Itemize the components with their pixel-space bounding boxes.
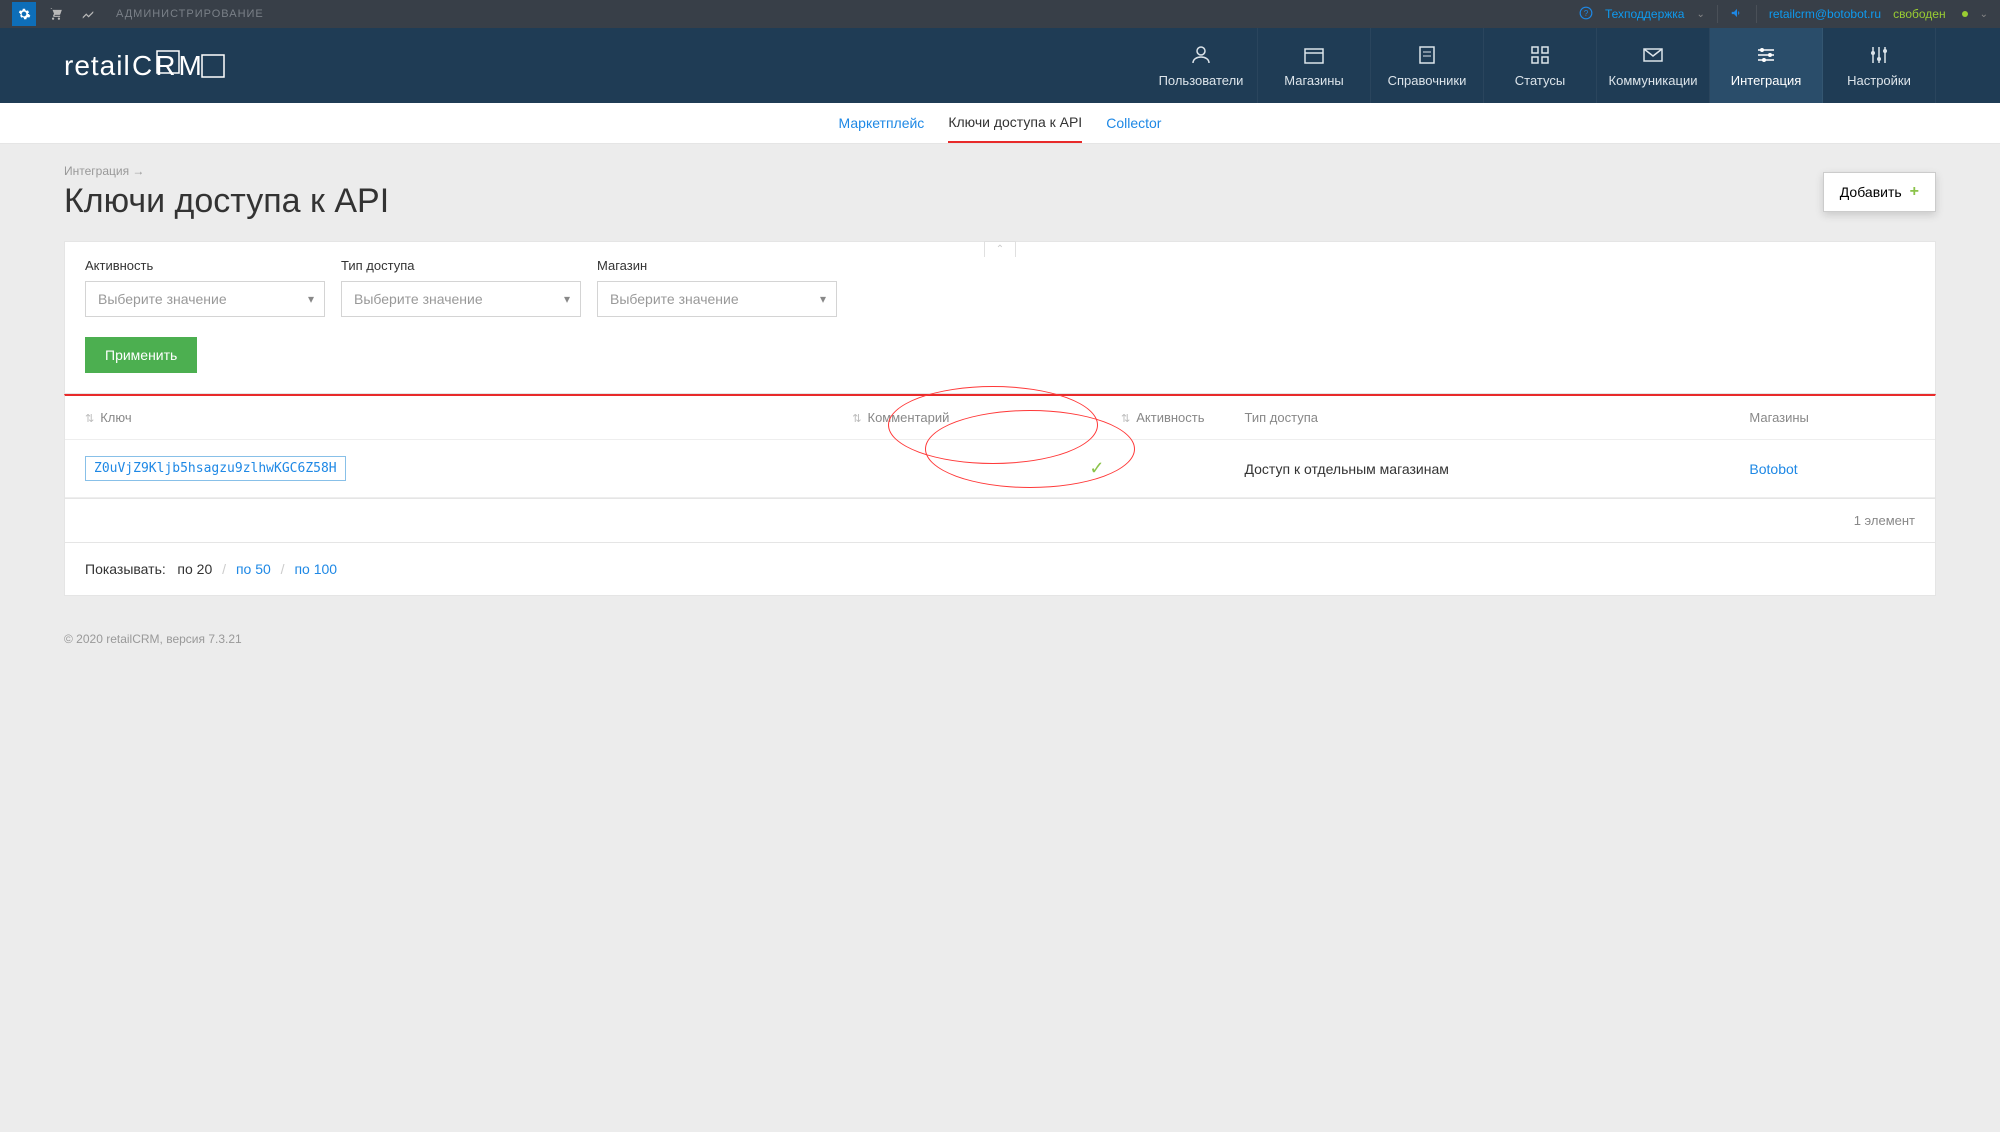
- breadcrumb[interactable]: Интеграция →: [64, 164, 1936, 178]
- add-button-label: Добавить: [1840, 184, 1902, 200]
- pager-opt-20[interactable]: по 20: [177, 561, 212, 577]
- api-key-value[interactable]: Z0uVjZ9Kljb5hsagzu9zlhwKGC6Z58H: [85, 456, 346, 481]
- comment-cell: [686, 440, 969, 498]
- th-stores[interactable]: Магазины: [1729, 396, 1935, 440]
- nav-statuses[interactable]: Статусы: [1484, 28, 1597, 103]
- nav-settings[interactable]: Настройки: [1823, 28, 1936, 103]
- svg-text:?: ?: [1584, 8, 1589, 17]
- collapse-handle[interactable]: ⌃: [984, 241, 1016, 257]
- nav-users-label: Пользователи: [1159, 73, 1244, 88]
- nav-statuses-label: Статусы: [1515, 73, 1565, 88]
- filter-activity-select[interactable]: Выберите значение: [85, 281, 325, 317]
- subnav: Маркетплейс Ключи доступа к API Collecto…: [0, 103, 2000, 144]
- th-comment[interactable]: Комментарий: [686, 396, 969, 440]
- status-dot-icon: [1962, 11, 1968, 17]
- help-icon[interactable]: ?: [1579, 6, 1593, 23]
- svg-text:CRM: CRM: [132, 50, 205, 81]
- tab-marketplace[interactable]: Маркетплейс: [839, 104, 925, 142]
- gear-icon[interactable]: [12, 2, 36, 26]
- table-footer: 1 элемент: [64, 499, 1936, 543]
- api-keys-table: Ключ Комментарий Активность Тип доступа …: [64, 394, 1936, 499]
- nav-integration[interactable]: Интеграция: [1710, 28, 1823, 103]
- plus-icon: +: [1910, 183, 1919, 201]
- support-link[interactable]: Техподдержка: [1605, 7, 1685, 21]
- apply-button[interactable]: Применить: [85, 337, 197, 373]
- nav-settings-label: Настройки: [1847, 73, 1911, 88]
- nav-references[interactable]: Справочники: [1371, 28, 1484, 103]
- filter-access-type-select[interactable]: Выберите значение: [341, 281, 581, 317]
- th-access-type[interactable]: Тип доступа: [1225, 396, 1730, 440]
- analytics-icon[interactable]: [76, 2, 100, 26]
- th-activity[interactable]: Активность: [969, 396, 1224, 440]
- support-chevron-icon[interactable]: ⌄: [1696, 9, 1704, 20]
- nav-references-label: Справочники: [1388, 73, 1467, 88]
- megaphone-icon[interactable]: [1730, 6, 1744, 23]
- user-status: свободен: [1893, 7, 1946, 21]
- pager-opt-50[interactable]: по 50: [236, 561, 271, 577]
- store-link[interactable]: Botobot: [1749, 461, 1797, 477]
- item-count: 1 элемент: [1854, 513, 1915, 528]
- filter-panel: ⌃ Активность Выберите значение Тип досту…: [64, 241, 1936, 394]
- svg-text:retail: retail: [64, 50, 131, 81]
- nav-stores-label: Магазины: [1284, 73, 1344, 88]
- filter-store-select[interactable]: Выберите значение: [597, 281, 837, 317]
- pager-label: Показывать:: [85, 561, 166, 577]
- filter-store-label: Магазин: [597, 258, 837, 273]
- pager: Показывать: по 20 / по 50 / по 100: [64, 543, 1936, 596]
- nav-users[interactable]: Пользователи: [1145, 28, 1258, 103]
- tab-api-keys[interactable]: Ключи доступа к API: [948, 103, 1082, 143]
- header: retail CRM Пользователи Магазины Справоч…: [0, 28, 2000, 103]
- nav-communications-label: Коммуникации: [1609, 73, 1698, 88]
- filter-activity-label: Активность: [85, 258, 325, 273]
- access-type-cell: Доступ к отдельным магазинам: [1225, 440, 1730, 498]
- topbar: АДМИНИСТРИРОВАНИЕ ? Техподдержка ⌄ retai…: [0, 0, 2000, 28]
- tab-collector[interactable]: Collector: [1106, 104, 1161, 142]
- user-email[interactable]: retailcrm@botobot.ru: [1769, 7, 1881, 21]
- th-key[interactable]: Ключ: [65, 396, 686, 440]
- logo[interactable]: retail CRM: [64, 47, 244, 85]
- filter-access-type-label: Тип доступа: [341, 258, 581, 273]
- user-chevron-icon[interactable]: ⌄: [1980, 9, 1988, 20]
- page-footer: © 2020 retailCRM, версия 7.3.21: [0, 616, 2000, 662]
- nav-communications[interactable]: Коммуникации: [1597, 28, 1710, 103]
- cart-icon[interactable]: [44, 2, 68, 26]
- admin-section-label: АДМИНИСТРИРОВАНИЕ: [116, 8, 264, 20]
- table-row[interactable]: Z0uVjZ9Kljb5hsagzu9zlhwKGC6Z58H ✓ Доступ…: [65, 440, 1935, 498]
- nav-stores[interactable]: Магазины: [1258, 28, 1371, 103]
- check-icon: ✓: [989, 458, 1204, 479]
- page-title: Ключи доступа к API: [64, 182, 1936, 221]
- nav-integration-label: Интеграция: [1731, 73, 1802, 88]
- add-button[interactable]: Добавить +: [1823, 172, 1936, 212]
- pager-opt-100[interactable]: по 100: [294, 561, 337, 577]
